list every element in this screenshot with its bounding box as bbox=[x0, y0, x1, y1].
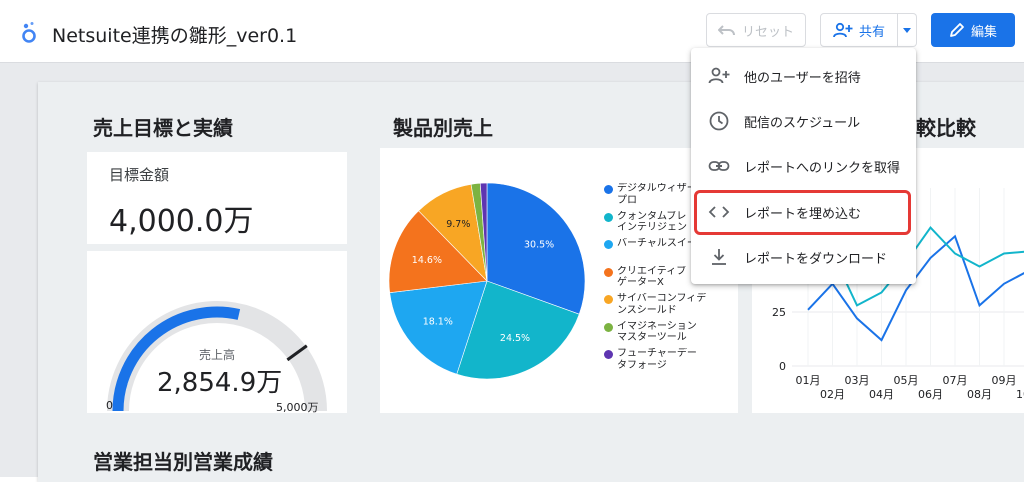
person-add-icon bbox=[833, 22, 853, 38]
legend-swatch bbox=[604, 185, 613, 194]
y-tick-label: 25 bbox=[772, 306, 786, 319]
sales-rep-title: 営業担当別営業成績 bbox=[93, 450, 273, 474]
menu-item-download[interactable]: レポートをダウンロード bbox=[691, 235, 916, 279]
sales-gauge-card[interactable]: 売上高 2,854.9万 0 5,000万 bbox=[87, 251, 347, 414]
undo-icon bbox=[717, 25, 735, 36]
gauge-value: 2,854.9万 bbox=[157, 368, 283, 398]
legend-label: イマジネーション マスターツール bbox=[617, 320, 697, 344]
y-tick-label: 0 bbox=[779, 360, 786, 373]
edit-button[interactable]: 編集 bbox=[931, 13, 1015, 47]
pie-slice-label: 9.7% bbox=[446, 219, 470, 230]
share-menu: 他のユーザーを招待 配信のスケジュール レポートへのリンクを取得 レポートを埋め… bbox=[691, 48, 916, 284]
x-tick-label: 08月 bbox=[967, 388, 992, 401]
clock-icon bbox=[709, 111, 729, 131]
x-tick-label: 05月 bbox=[894, 374, 919, 387]
caret-down-icon bbox=[902, 27, 911, 33]
edit-label: 編集 bbox=[970, 24, 997, 40]
legend-label: クォンタムブレ インテリジェン bbox=[617, 210, 687, 234]
legend-item[interactable]: イマジネーション マスターツール bbox=[604, 321, 714, 344]
x-tick-label: 09月 bbox=[992, 374, 1017, 387]
share-dropdown-button[interactable] bbox=[897, 13, 917, 47]
download-icon bbox=[712, 249, 726, 265]
person-add-icon bbox=[708, 67, 730, 84]
legend-swatch bbox=[604, 295, 613, 304]
legend-swatch bbox=[604, 322, 613, 332]
x-tick-label: 02月 bbox=[820, 388, 845, 401]
embed-highlight-box bbox=[694, 190, 911, 235]
legend-label: サイバーコンフィデ ンスシールド bbox=[617, 293, 707, 316]
pencil-icon bbox=[950, 23, 964, 37]
looker-studio-logo-icon bbox=[22, 22, 36, 43]
share-label: 共有 bbox=[858, 24, 885, 40]
reset-label: リセット bbox=[741, 24, 794, 40]
target-kpi-card[interactable]: 目標金額 4,000.0万 bbox=[87, 152, 347, 244]
pie-slice-label: 18.1% bbox=[423, 316, 453, 327]
menu-item-schedule[interactable]: 配信のスケジュール bbox=[691, 99, 916, 143]
legend-item[interactable]: フューチャーデー タフォージ bbox=[604, 348, 714, 371]
menu-item-label: レポートへのリンクを取得 bbox=[744, 161, 901, 176]
gauge-max-label: 5,000万 bbox=[276, 401, 319, 414]
product-sales-title: 製品別売上 bbox=[393, 116, 493, 140]
legend-label: フューチャーデー タフォージ bbox=[617, 348, 697, 371]
legend-label: デジタルウィザー プロ bbox=[617, 183, 697, 206]
x-tick-label: 06月 bbox=[918, 388, 943, 401]
gauge-min-label: 0 bbox=[106, 399, 113, 412]
product-sales-pie-chart: 30.5% 24.5% 18.1% 14.6% 9.7% bbox=[388, 182, 586, 380]
x-tick-label: 04月 bbox=[869, 388, 894, 401]
pie-slice-label: 30.5% bbox=[524, 239, 554, 250]
legend-swatch bbox=[604, 212, 613, 222]
legend-label: バーチャルスイー bbox=[617, 238, 697, 249]
link-icon bbox=[708, 161, 730, 171]
reset-button[interactable]: リセット bbox=[706, 13, 806, 47]
x-tick-label: 10月 bbox=[1016, 388, 1024, 401]
menu-item-label: 配信のスケジュール bbox=[744, 116, 861, 131]
report-title[interactable]: Netsuite連携の雛形_ver0.1 bbox=[52, 21, 297, 48]
legend-swatch bbox=[604, 240, 613, 249]
x-tick-label: 03月 bbox=[845, 374, 870, 387]
x-tick-label: 01月 bbox=[796, 374, 821, 387]
menu-item-invite[interactable]: 他のユーザーを招待 bbox=[691, 54, 916, 98]
pie-slice-label: 14.6% bbox=[412, 255, 442, 266]
menu-item-label: レポートをダウンロード bbox=[744, 252, 888, 267]
pie-slice-label: 24.5% bbox=[500, 333, 530, 344]
legend-swatch bbox=[604, 267, 613, 277]
kpi-label: 目標金額 bbox=[109, 166, 170, 184]
gauge-label: 売上高 bbox=[199, 348, 236, 362]
comparison-title: 較比較 bbox=[916, 116, 976, 140]
sales-target-title: 売上目標と実績 bbox=[93, 116, 233, 140]
legend-swatch bbox=[604, 350, 613, 359]
menu-item-get-link[interactable]: レポートへのリンクを取得 bbox=[691, 144, 916, 188]
share-button[interactable]: 共有 bbox=[820, 13, 898, 47]
legend-item[interactable]: サイバーコンフィデ ンスシールド bbox=[604, 293, 714, 316]
legend-label: クリエイティブ ゲーターX bbox=[617, 265, 687, 289]
kpi-value: 4,000.0万 bbox=[109, 204, 254, 239]
menu-item-label: 他のユーザーを招待 bbox=[744, 71, 861, 86]
x-tick-label: 07月 bbox=[943, 374, 968, 387]
